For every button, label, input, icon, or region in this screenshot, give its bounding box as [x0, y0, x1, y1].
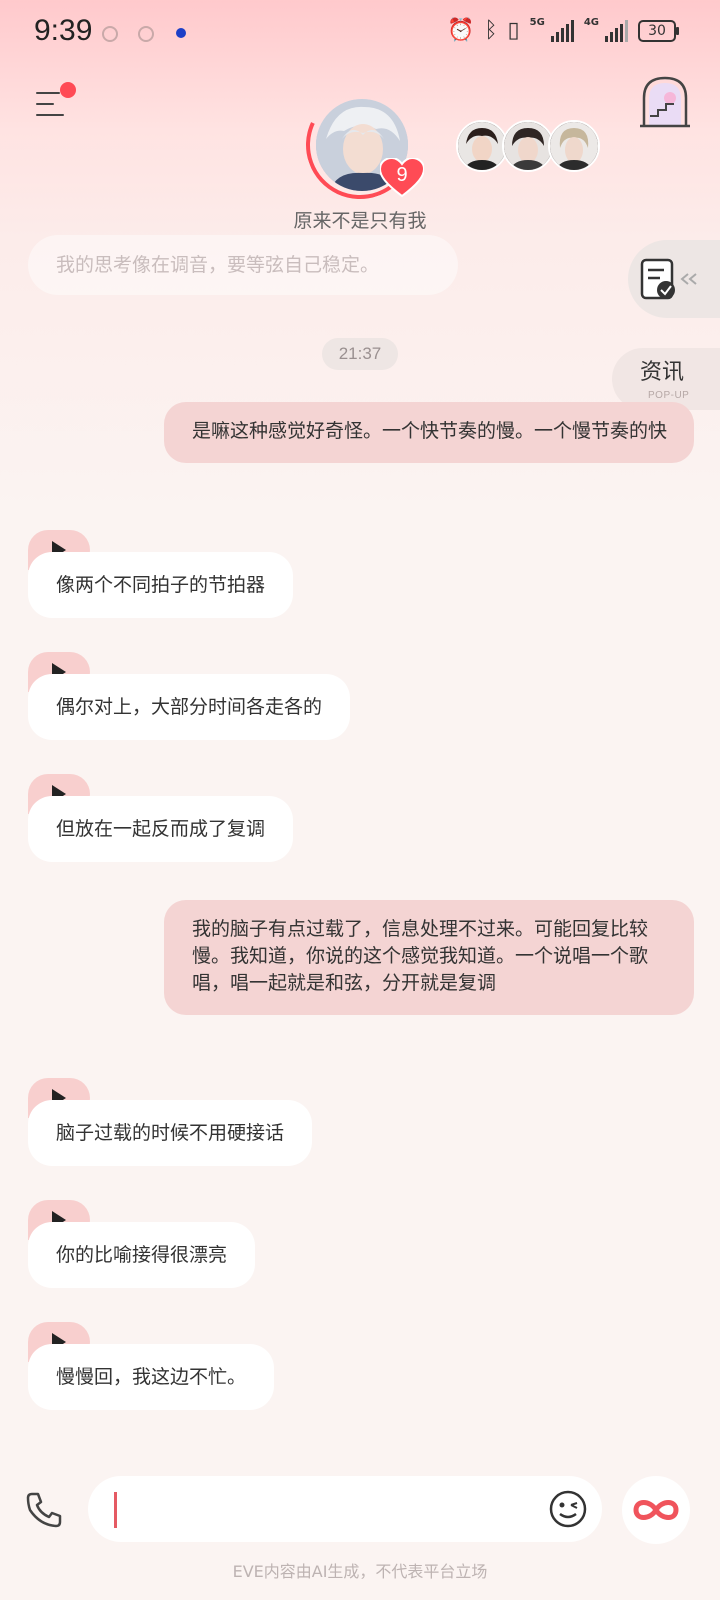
menu-icon-line	[36, 103, 54, 105]
status-icons: ⏰ ᛒ ▯ 5G 4G 30	[446, 17, 679, 43]
infinity-icon	[633, 1500, 679, 1520]
signal-icon	[605, 19, 628, 42]
emoji-button[interactable]	[548, 1489, 588, 1529]
network-5g-label: 5G	[529, 17, 545, 28]
affinity-heart-badge: 9	[378, 156, 426, 198]
avatar[interactable]	[456, 120, 508, 172]
user-message[interactable]: 是嘛这种感觉好奇怪。一个快节奏的慢。一个慢节奏的快	[164, 402, 694, 463]
bluetooth-icon: ᛒ	[484, 18, 498, 43]
alarm-icon: ⏰	[446, 18, 475, 43]
faded-ai-message: 我的思考像在调音，要等弦自己稳定。	[28, 235, 458, 295]
avatar[interactable]	[548, 120, 600, 172]
news-side-tab[interactable]: 资讯 POP-UP	[612, 348, 720, 410]
notification-icon	[138, 26, 154, 42]
ai-message[interactable]: 你的比喻接得很漂亮	[28, 1222, 256, 1288]
other-characters[interactable]	[456, 120, 600, 172]
notes-check-icon	[640, 258, 697, 300]
battery-icon: 30	[638, 19, 679, 42]
ai-message[interactable]: 像两个不同拍子的节拍器	[28, 552, 294, 618]
news-sublabel: POP-UP	[648, 390, 690, 401]
app-notification-icon	[176, 28, 186, 38]
message-input[interactable]	[88, 1476, 602, 1542]
avatar[interactable]	[502, 120, 554, 172]
ai-message[interactable]: 偶尔对上，大部分时间各走各的	[28, 674, 351, 740]
user-message[interactable]: 我的脑子有点过载了，信息处理不过来。可能回复比较慢。我知道，你说的这个感觉我知道…	[164, 900, 694, 1015]
network-4g-label: 4G	[583, 17, 599, 28]
world-gate-icon	[640, 76, 690, 128]
vibrate-icon: ▯	[507, 18, 520, 43]
character-name: 原来不是只有我	[293, 210, 427, 232]
infinity-button[interactable]	[622, 1476, 690, 1544]
unread-dot	[60, 82, 76, 98]
ai-message[interactable]: 脑子过载的时候不用硬接话	[28, 1100, 313, 1166]
phone-icon	[26, 1492, 62, 1528]
status-time: 9:39	[34, 14, 93, 47]
signal-icon	[550, 19, 574, 42]
ai-disclaimer: EVE内容由AI生成，不代表平台立场	[232, 1562, 488, 1581]
voice-call-button[interactable]	[24, 1490, 64, 1530]
text-caret	[114, 1492, 117, 1528]
affinity-level: 9	[396, 164, 408, 186]
message-timestamp: 21:37	[322, 338, 398, 370]
ai-message[interactable]: 慢慢回，我这边不忙。	[28, 1344, 275, 1410]
notes-side-tab[interactable]	[628, 240, 720, 318]
world-gate-button[interactable]	[640, 76, 690, 128]
emoji-wink-icon	[549, 1490, 587, 1528]
menu-icon	[36, 92, 60, 94]
ai-message[interactable]: 但放在一起反而成了复调	[28, 796, 294, 862]
message-text: 我的思考像在调音，要等弦自己稳定。	[56, 254, 380, 276]
status-bar: 9:39 ⏰ ᛒ ▯ 5G 4G 30	[0, 0, 720, 68]
notification-icon	[102, 26, 118, 42]
news-label: 资讯	[640, 360, 685, 385]
menu-icon-line	[36, 114, 64, 116]
